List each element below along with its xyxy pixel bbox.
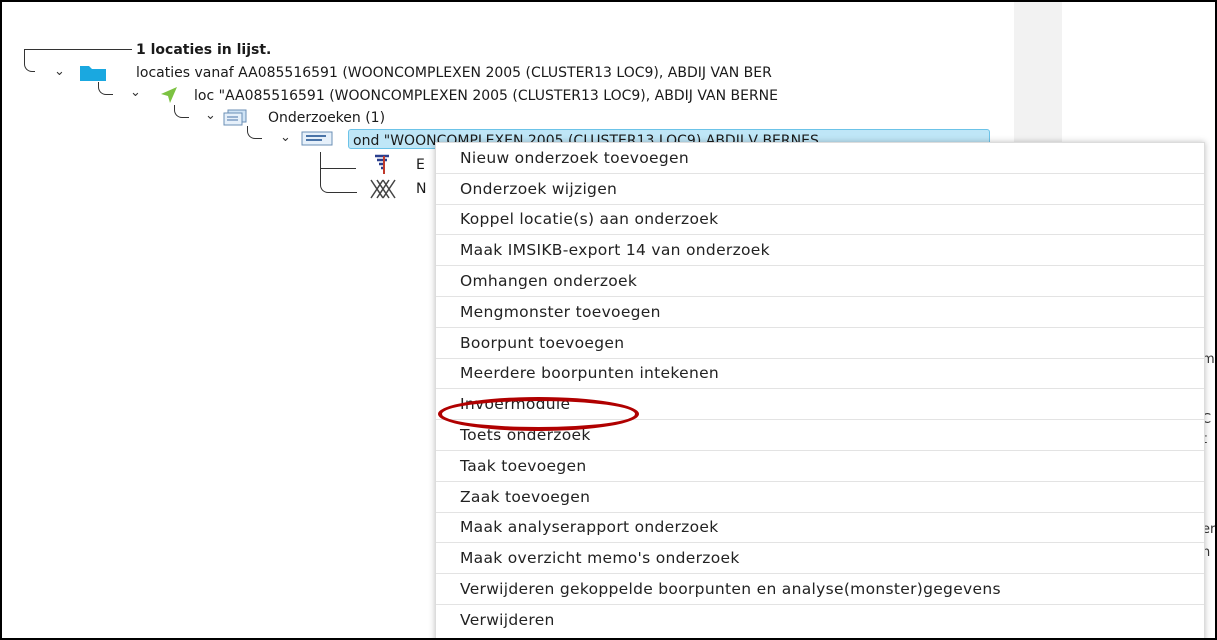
tree-node-onderzoeken[interactable]: Onderzoeken (1) [268,108,385,128]
folder-icon [79,62,107,86]
menu-item-verwijderen[interactable]: Verwijderen [436,605,1204,636]
location-arrow-icon [159,86,179,108]
tree-connector [24,49,35,72]
location-count-label: 1 locaties in lijst. [136,42,272,58]
research-group-icon [222,108,250,130]
menu-item-imsikb-export[interactable]: Maak IMSIKB-export 14 van onderzoek [436,235,1204,267]
chevron-down-icon[interactable]: ⌄ [280,130,291,145]
tree-node-child-2[interactable]: N [416,179,426,199]
menu-item-analyserapport[interactable]: Maak analyserapport onderzoek [436,513,1204,544]
tree-node-locaties[interactable]: locaties vanaf AA085516591 (WOONCOMPLEXE… [136,63,772,83]
tree-node-loc[interactable]: loc "AA085516591 (WOONCOMPLEXEN 2005 (CL… [194,86,778,106]
menu-item-taak-toevoegen[interactable]: Taak toevoegen [436,451,1204,482]
window-frame: 1 locaties in lijst. ⌄ locaties vanaf AA… [0,0,1217,640]
menu-item-nieuw-onderzoek[interactable]: Nieuw onderzoek toevoegen [436,143,1204,174]
tree-connector [24,49,132,50]
menu-item-meerdere-boorpunten[interactable]: Meerdere boorpunten intekenen [436,359,1204,390]
menu-item-verwijderen-gekoppelde[interactable]: Verwijderen gekoppelde boorpunten en ana… [436,574,1204,605]
menu-item-boorpunt[interactable]: Boorpunt toevoegen [436,328,1204,359]
menu-item-onderzoek-wijzigen[interactable]: Onderzoek wijzigen [436,174,1204,205]
tree-connector [320,152,357,193]
chevron-down-icon[interactable]: ⌄ [130,85,141,100]
tree-node-child-1[interactable]: E [416,155,425,175]
research-icon [298,130,338,152]
chevron-down-icon[interactable]: ⌄ [205,108,216,123]
chevron-down-icon[interactable]: ⌄ [54,64,65,79]
menu-item-overzicht-memos[interactable]: Maak overzicht memo's onderzoek [436,543,1204,575]
menu-item-omhangen[interactable]: Omhangen onderzoek [436,266,1204,297]
menu-item-mengmonster[interactable]: Mengmonster toevoegen [436,297,1204,328]
mixed-sample-icon [369,178,397,204]
context-menu: Nieuw onderzoek toevoegen Onderzoek wijz… [435,142,1205,638]
borehole-icon [372,154,392,180]
menu-item-zaak-toevoegen[interactable]: Zaak toevoegen [436,482,1204,513]
menu-item-koppel-locaties[interactable]: Koppel locatie(s) aan onderzoek [436,205,1204,236]
tree-connector [320,168,356,169]
highlight-annotation-ring [438,397,639,431]
